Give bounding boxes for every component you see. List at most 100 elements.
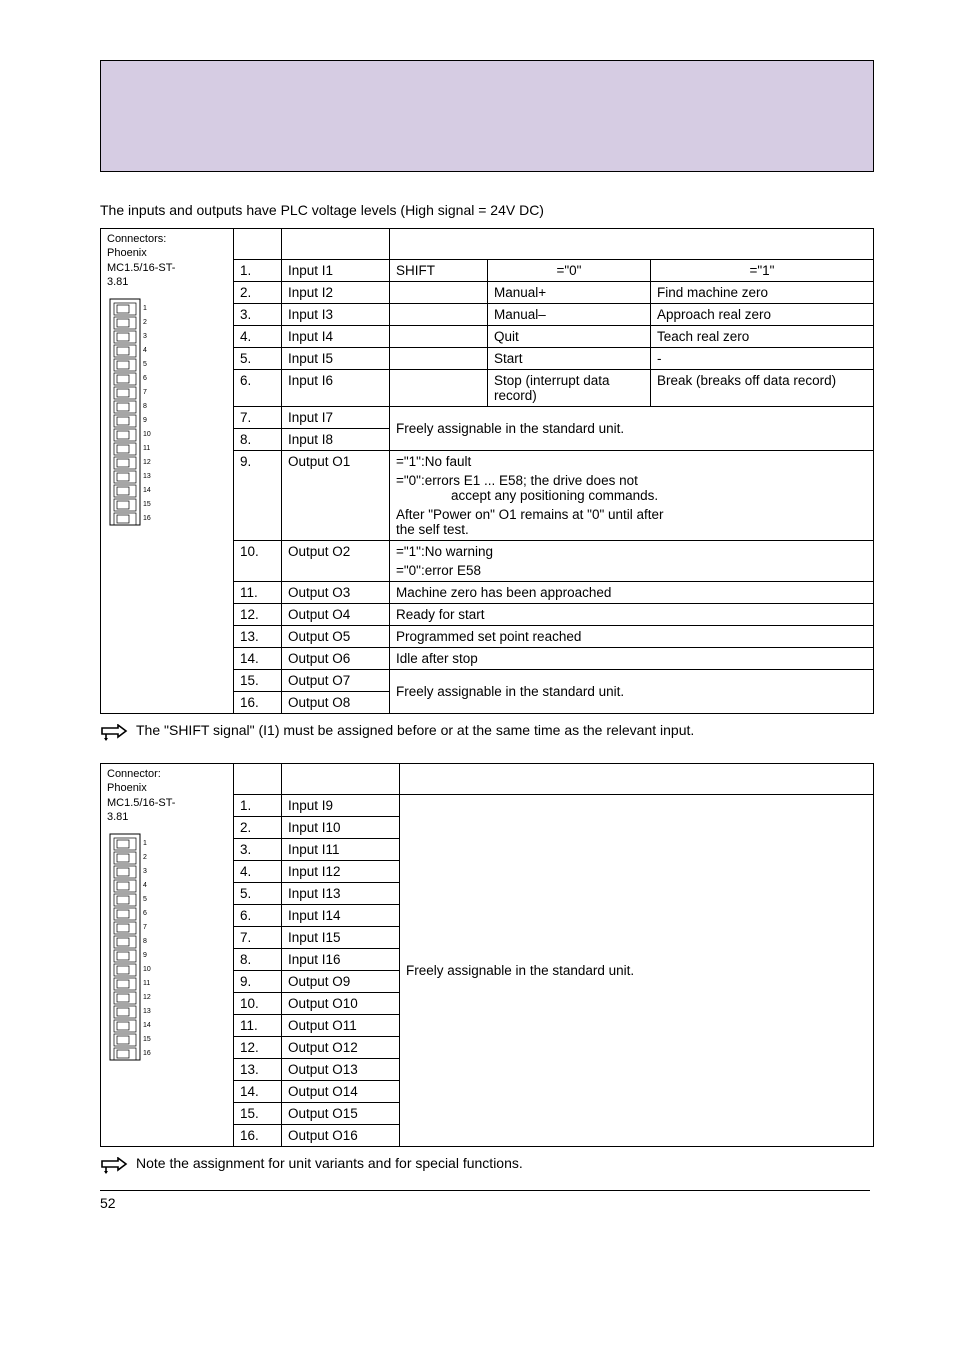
pin-signal: Output O4: [282, 604, 390, 626]
svg-text:6: 6: [143, 375, 147, 382]
svg-text:8: 8: [143, 938, 147, 945]
pin-signal: Input I3: [282, 304, 390, 326]
meaning-cell: Quit: [488, 326, 651, 348]
meaning-cell: Stop (interrupt data record): [488, 370, 651, 407]
o1-line: accept any positioning commands.: [451, 488, 658, 503]
shift-col: ="1": [651, 260, 874, 282]
pin-num: 5.: [234, 883, 282, 905]
pin-signal: Input I5: [282, 348, 390, 370]
o1-line: ="1":No fault: [396, 454, 867, 469]
o2-line: ="1":No warning: [396, 544, 867, 559]
pin-signal: Output O12: [282, 1037, 400, 1059]
pin-num: 10.: [234, 993, 282, 1015]
o1-line: ="0":errors E1 ... E58; the drive does n…: [396, 473, 638, 488]
pin-num: 10.: [234, 541, 282, 582]
meaning-cell: Idle after stop: [390, 648, 874, 670]
svg-text:11: 11: [143, 980, 150, 987]
connector-label-2: Connector: Phoenix MC1.5/16-ST- 3.81: [107, 767, 227, 824]
pin-num: 11.: [234, 1015, 282, 1037]
note-text: Note the assignment for unit variants an…: [136, 1155, 523, 1171]
pin-num: 7.: [234, 407, 282, 429]
pin-num: 16.: [234, 692, 282, 714]
pin-num: 6.: [234, 370, 282, 407]
svg-text:12: 12: [143, 459, 151, 466]
note-text: The "SHIFT signal" (I1) must be assigned…: [136, 722, 694, 738]
note-arrow-icon: [100, 724, 128, 745]
svg-text:5: 5: [143, 896, 147, 903]
conn-line: Connector:: [107, 768, 161, 780]
svg-text:1: 1: [143, 305, 147, 312]
svg-text:10: 10: [143, 966, 151, 973]
pin-signal: Output O5: [282, 626, 390, 648]
pin-signal: Input I12: [282, 861, 400, 883]
svg-text:12: 12: [143, 994, 151, 1001]
svg-text:16: 16: [143, 1050, 151, 1057]
pin-signal: Input I14: [282, 905, 400, 927]
svg-text:15: 15: [143, 501, 151, 508]
pin-num: 11.: [234, 582, 282, 604]
pin-num: 15.: [234, 1103, 282, 1125]
pin-num: 14.: [234, 1081, 282, 1103]
pin-signal: Output O6: [282, 648, 390, 670]
pin-signal: Output O3: [282, 582, 390, 604]
meaning-cell: Freely assignable in the standard unit.: [390, 407, 874, 451]
pin-signal: Input I2: [282, 282, 390, 304]
svg-text:6: 6: [143, 910, 147, 917]
note-arrow-icon: [100, 1157, 128, 1178]
conn-line: Phoenix: [107, 247, 147, 259]
meaning-cell: Approach real zero: [651, 304, 874, 326]
page-number: 52: [100, 1190, 870, 1211]
pin-signal: Output O16: [282, 1125, 400, 1147]
svg-text:13: 13: [143, 473, 151, 480]
pin-num: 6.: [234, 905, 282, 927]
meaning-cell: ="1":No fault ="0":errors E1 ... E58; th…: [390, 451, 874, 541]
pin-num: 9.: [234, 971, 282, 993]
svg-text:9: 9: [143, 417, 147, 424]
pin-num: 1.: [234, 795, 282, 817]
meaning-cell: ="1":No warning ="0":error E58: [390, 541, 874, 582]
intro-text: The inputs and outputs have PLC voltage …: [100, 202, 874, 218]
connector-label: Connectors: Phoenix MC1.5/16-ST- 3.81: [107, 232, 227, 289]
meaning-cell: Manual+: [488, 282, 651, 304]
conn-line: 3.81: [107, 276, 128, 288]
svg-text:7: 7: [143, 389, 147, 396]
svg-text:14: 14: [143, 1022, 151, 1029]
pin-signal: Input I10: [282, 817, 400, 839]
svg-text:5: 5: [143, 361, 147, 368]
svg-text:3: 3: [143, 333, 147, 340]
pin-signal: Input I1: [282, 260, 390, 282]
pin-signal: Output O11: [282, 1015, 400, 1037]
meaning-cell: Find machine zero: [651, 282, 874, 304]
pin-signal: Output O2: [282, 541, 390, 582]
meaning-cell: -: [651, 348, 874, 370]
meaning-cell: Programmed set point reached: [390, 626, 874, 648]
pin-signal: Input I7: [282, 407, 390, 429]
conn-line: 3.81: [107, 811, 128, 823]
pin-signal: Output O8: [282, 692, 390, 714]
svg-text:3: 3: [143, 868, 147, 875]
pin-num: 5.: [234, 348, 282, 370]
note-2: Note the assignment for unit variants an…: [100, 1155, 874, 1178]
o1-line: the self test.: [396, 522, 469, 537]
svg-text:16: 16: [143, 515, 151, 522]
pin-signal: Input I16: [282, 949, 400, 971]
pin-signal: Output O7: [282, 670, 390, 692]
pin-signal: Output O14: [282, 1081, 400, 1103]
svg-text:1: 1: [143, 840, 147, 847]
meaning-cell: Freely assignable in the standard unit.: [400, 795, 874, 1147]
o2-line: ="0":error E58: [396, 563, 867, 578]
svg-text:13: 13: [143, 1008, 151, 1015]
table-x10: Connectors: Phoenix MC1.5/16-ST- 3.81: [100, 228, 874, 714]
pin-num: 3.: [234, 839, 282, 861]
meaning-cell: Machine zero has been approached: [390, 582, 874, 604]
pin-signal: Output O10: [282, 993, 400, 1015]
conn-line: Phoenix: [107, 782, 147, 794]
table-x11: Connector: Phoenix MC1.5/16-ST- 3.81: [100, 763, 874, 1147]
pin-num: 16.: [234, 1125, 282, 1147]
pin-signal: Input I13: [282, 883, 400, 905]
svg-text:4: 4: [143, 347, 147, 354]
shift-col: SHIFT: [390, 260, 488, 282]
pin-signal: Output O1: [282, 451, 390, 541]
pin-signal: Input I15: [282, 927, 400, 949]
pin-signal: Output O13: [282, 1059, 400, 1081]
